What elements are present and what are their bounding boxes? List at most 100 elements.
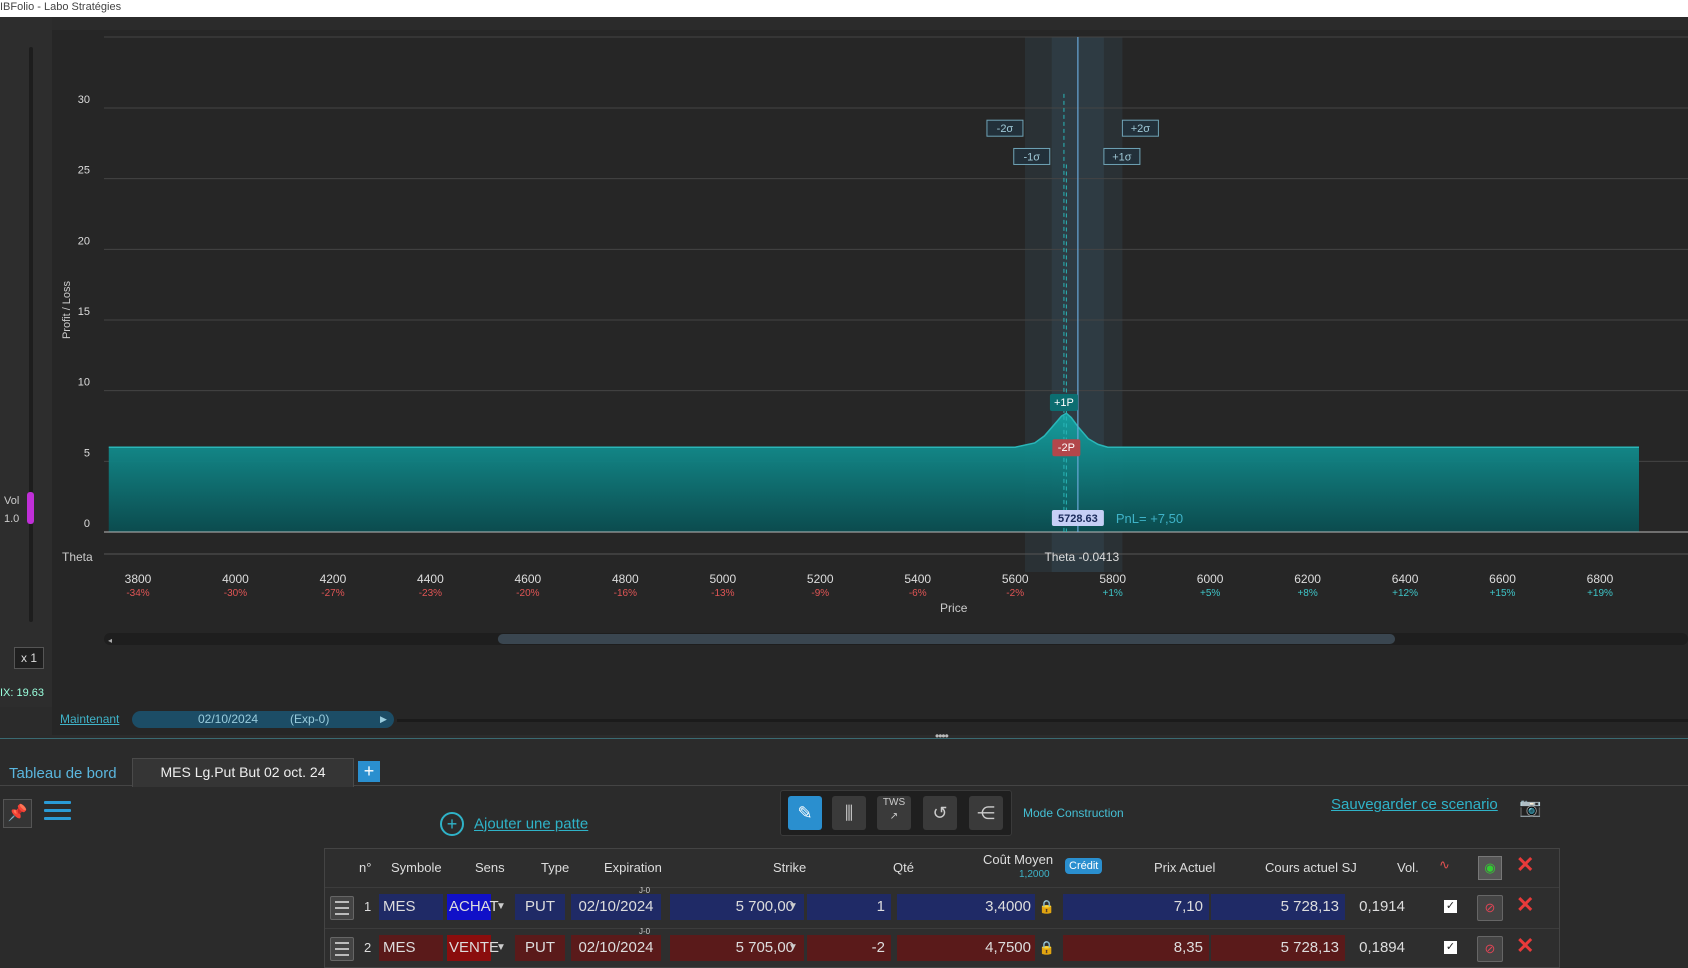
now-link[interactable]: Maintenant xyxy=(60,712,119,726)
row-type[interactable]: PUT xyxy=(515,935,565,961)
theta-label: Theta xyxy=(62,550,93,564)
volatility-slider-thumb[interactable] xyxy=(27,492,34,524)
row-sens[interactable]: VENTE xyxy=(447,935,499,961)
splitter-handle-icon[interactable]: •••• xyxy=(935,729,949,743)
x-tick-pct: +19% xyxy=(1587,588,1613,599)
row-strike[interactable]: 5 705,00 xyxy=(670,935,804,961)
x-tick-pct: -2% xyxy=(1006,588,1024,599)
row-checkbox[interactable]: ✓ xyxy=(1444,900,1457,913)
hide-leg-icon[interactable]: ⊘ xyxy=(1477,936,1503,962)
strike-dropdown-icon[interactable]: ▼ xyxy=(788,935,798,961)
delete-all-icon[interactable]: ✕ xyxy=(1516,852,1534,878)
zoom-button[interactable]: x 1 xyxy=(14,647,44,669)
row-expiration[interactable]: 02/10/2024 xyxy=(571,894,661,920)
row-checkbox[interactable]: ✓ xyxy=(1444,941,1457,954)
row-exp-tag: J-0 xyxy=(639,886,651,895)
payoff-chart[interactable]: 0 5 10 15 20 25 30 Theta Theta -0.0413 Profit / L… xyxy=(52,30,1688,705)
x-tick-label: 5800 xyxy=(1099,572,1126,586)
pin-icon[interactable]: 📌 xyxy=(3,799,32,828)
date-slider-exp: (Exp-0) xyxy=(290,712,330,726)
hide-leg-icon[interactable]: ⊘ xyxy=(1477,895,1503,921)
sliders-icon[interactable]: ⫼ xyxy=(832,796,866,830)
payoff-chart-svg[interactable]: 0 5 10 15 20 25 30 Theta Theta -0.0413 Profit / L… xyxy=(52,30,1688,705)
x-tick-label: 6600 xyxy=(1489,572,1516,586)
y-axis-label: Profit / Loss xyxy=(61,280,73,339)
row-type[interactable]: PUT xyxy=(515,894,565,920)
save-scenario-link[interactable]: Sauvegarder ce scenario xyxy=(1331,796,1498,813)
lock-icon[interactable]: 🔒 xyxy=(1038,896,1056,918)
camera-icon[interactable]: 📷 xyxy=(1519,797,1541,818)
y-tick-label: 30 xyxy=(78,94,90,106)
history-icon[interactable]: ↺ xyxy=(923,796,957,830)
row-handle-icon[interactable] xyxy=(330,896,354,920)
row-symbol[interactable]: MES xyxy=(379,894,443,920)
row-strike[interactable]: 5 700,00 xyxy=(670,894,804,920)
pnl-label: PnL= +7,50 xyxy=(1116,511,1183,526)
x-tick-label: 5600 xyxy=(1002,572,1029,586)
brush-icon[interactable]: ✎ xyxy=(788,796,822,830)
x-tick-label: 4600 xyxy=(515,572,542,586)
x-tick-pct: +15% xyxy=(1490,588,1516,599)
row-exp-tag: J-0 xyxy=(639,927,651,936)
header-strike: Strike xyxy=(773,860,807,875)
y-tick-label: 20 xyxy=(78,235,90,247)
left-panel xyxy=(0,17,52,707)
x-tick-pct: +12% xyxy=(1392,588,1418,599)
menu-icon[interactable] xyxy=(44,801,71,823)
row-cost[interactable]: 3,4000 xyxy=(897,894,1035,920)
x-tick-label: 4200 xyxy=(320,572,347,586)
row-symbol[interactable]: MES xyxy=(379,935,443,961)
row-qty[interactable]: -2 xyxy=(807,935,891,961)
pnl-line xyxy=(108,412,1639,448)
tws-icon[interactable]: TWS ↗ xyxy=(877,796,911,830)
lock-icon[interactable]: 🔒 xyxy=(1038,937,1056,959)
price-badge-label: 5728.63 xyxy=(1058,513,1098,525)
row-handle-icon[interactable] xyxy=(330,937,354,961)
strike-dropdown-icon[interactable]: ▼ xyxy=(788,894,798,920)
header-expiration: Expiration xyxy=(604,860,662,875)
row-qty[interactable]: 1 xyxy=(807,894,891,920)
share-icon[interactable]: ⋲ xyxy=(969,796,1003,830)
chart-toggle-icon[interactable]: ∿ xyxy=(1439,857,1450,873)
delete-leg-icon[interactable]: ✕ xyxy=(1516,933,1534,959)
x-tick-label: 6800 xyxy=(1587,572,1614,586)
y-tick-label: 15 xyxy=(78,306,90,318)
mode-toolbar: ✎ ⫼ TWS ↗ ↺ ⋲ xyxy=(780,790,1012,836)
header-underlying: Cours actuel SJ xyxy=(1265,860,1357,875)
row-expiration[interactable]: 02/10/2024 xyxy=(571,935,661,961)
row-vol: 0,1894 xyxy=(1359,939,1405,956)
x-tick-label: 6000 xyxy=(1197,572,1224,586)
add-tab-button[interactable]: + xyxy=(358,761,380,782)
add-leg-label: Ajouter une patte xyxy=(474,815,589,833)
x-tick-pct: -6% xyxy=(909,588,927,599)
credit-badge[interactable]: Crédit xyxy=(1065,858,1103,874)
sigma-label: +1σ xyxy=(1112,151,1132,163)
volatility-slider-track[interactable] xyxy=(29,47,33,622)
header-type: Type xyxy=(541,860,570,875)
x-tick-pct: -34% xyxy=(126,588,149,599)
row-underlying: 5 728,13 xyxy=(1211,935,1345,961)
tab-dashboard[interactable]: Tableau de bord xyxy=(9,765,117,782)
header-symbol: Symbole xyxy=(391,860,442,875)
pnl-area xyxy=(108,413,1639,532)
eye-icon[interactable]: ◉ xyxy=(1478,856,1502,880)
tab-strategy[interactable]: MES Lg.Put But 02 oct. 24 xyxy=(132,758,354,787)
sens-dropdown-icon[interactable]: ▼ xyxy=(496,935,506,961)
delete-leg-icon[interactable]: ✕ xyxy=(1516,892,1534,918)
row-cost[interactable]: 4,7500 xyxy=(897,935,1035,961)
play-icon[interactable]: ▶ xyxy=(380,711,387,728)
row-n: 2 xyxy=(364,940,372,955)
date-slider[interactable]: 02/10/2024 (Exp-0) ▶ xyxy=(132,711,394,728)
add-circle-icon: + xyxy=(440,812,464,836)
row-sens[interactable]: ACHAT xyxy=(447,894,499,920)
sens-dropdown-icon[interactable]: ▼ xyxy=(496,894,506,920)
add-leg-button[interactable]: + Ajouter une patte xyxy=(440,812,588,836)
timeline-track[interactable] xyxy=(397,719,1688,722)
panel-divider[interactable] xyxy=(0,738,1688,739)
legs-table: n° Symbole Sens Type Expiration Strike Q… xyxy=(324,848,1560,968)
scroll-left-icon[interactable]: ◂ xyxy=(108,636,112,645)
table-row: 2 MES VENTE ▼ PUT 02/10/2024 J-0 5 705,0… xyxy=(325,927,1559,967)
row-underlying: 5 728,13 xyxy=(1211,894,1345,920)
x-tick-pct: +8% xyxy=(1297,588,1317,599)
h-scrollbar-thumb[interactable] xyxy=(497,634,1396,644)
